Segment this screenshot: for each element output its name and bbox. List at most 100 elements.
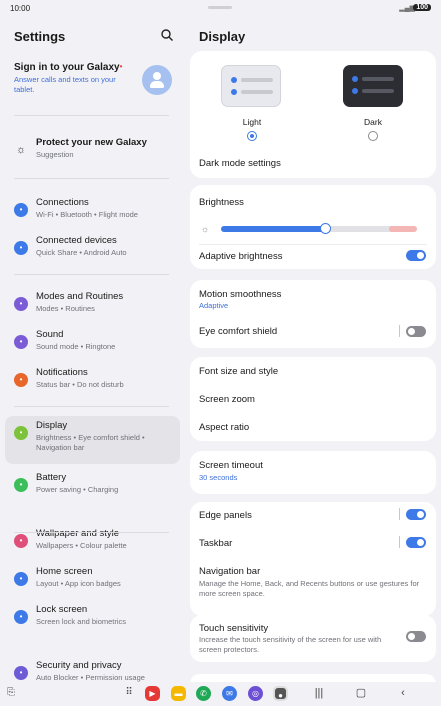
browser-app-icon[interactable]: ◎ [248,686,263,701]
navigation-bar[interactable]: Navigation bar [199,566,260,577]
taskbar-toggle[interactable] [406,537,426,548]
sidebar-item-sound[interactable]: • Sound Sound mode • Ringtone [5,325,180,361]
sidebar-item-label: Battery [36,472,67,483]
light-radio[interactable] [247,131,257,141]
sidebar-item-subtitle: Auto Blocker • Permission usage [36,673,145,682]
more-card [190,674,436,682]
app-drawer-icon[interactable]: ⠿ [120,685,138,701]
aspect-ratio[interactable]: Aspect ratio [199,422,249,433]
sidebar-item-subtitle: Brightness • Eye comfort shield • Naviga… [36,433,145,452]
edge-panels-toggle[interactable] [406,509,426,520]
sidebar-item-modes-and-routines[interactable]: • Modes and Routines Modes • Routines [5,287,180,323]
notifications-icon: • [14,373,28,387]
sidebar-item-label: Connected devices [36,235,117,246]
settings-list-pane: Settings Sign in to your Galaxy• Answer … [0,18,186,682]
sidebar-item-security-and-privacy[interactable]: • Security and privacy Auto Blocker • Perm… [5,656,180,682]
sidebar-item-connected-devices[interactable]: • Connected devices Quick Share • Android … [5,231,180,267]
navigation-bar: ⎘ ⠿ ▶ ▬ ✆ ✉ ◎ ● ||| ▢ ‹ [0,682,441,706]
edge-panels[interactable]: Edge panels [199,510,252,521]
motion-smoothness-value: Adaptive [199,301,229,310]
touch-card: Touch sensitivity Increase the touch sen… [190,615,436,662]
sidebar-item-home-screen[interactable]: • Home screen Layout • App icon badges [5,562,180,598]
home-button[interactable]: ▢ [353,685,369,701]
drag-handle[interactable] [208,6,232,9]
sidebar-item-label: Display [36,420,68,431]
sidebar-item-battery[interactable]: • Battery Power saving • Charging [5,468,180,504]
lock-icon: • [14,610,28,624]
brightness-fill [221,226,325,232]
notification-dot: • [119,62,123,71]
security-icon: • [14,666,28,680]
home-icon: • [14,572,28,586]
files-app-icon[interactable]: ▬ [171,686,186,701]
brightness-label: Brightness [199,197,244,208]
messages-app-icon[interactable]: ✉ [222,686,237,701]
motion-smoothness[interactable]: Motion smoothness [199,289,281,300]
status-bar: 10:00 ▂▄▆ 100 [0,0,441,18]
touch-sensitivity[interactable]: Touch sensitivity [199,623,268,634]
sidebar-item-label: Wallpaper and style [36,528,120,539]
wallpaper-icon: • [14,534,28,548]
camera-app-icon[interactable]: ● [273,686,288,701]
font-zoom-card: Font size and style Screen zoom Aspect r… [190,357,436,441]
protect-subtitle: Suggestion [36,150,74,159]
font-size-style[interactable]: Font size and style [199,366,278,377]
modes-icon: • [14,297,28,311]
sidebar-item-subtitle: Power saving • Charging [36,485,119,494]
timeout-card: Screen timeout 30 seconds [190,451,436,494]
screen-timeout[interactable]: Screen timeout [199,460,263,471]
sidebar-item-label: Home screen [36,566,93,577]
sidebar-item-label: Lock screen [36,604,88,615]
divider [14,274,169,275]
sidebar-item-display[interactable]: • Display Brightness • Eye comfort shield … [5,416,180,464]
divider [199,244,427,245]
eye-comfort-shield[interactable]: Eye comfort shield [199,326,277,337]
light-theme-preview[interactable] [221,65,281,107]
dark-theme-preview[interactable] [343,65,403,107]
divider [14,115,169,116]
page-title: Display [199,29,246,44]
clock: 10:00 [10,4,31,13]
display-settings-pane: Display Light Dark Dark mode settings Br… [190,18,441,682]
slider-thumb[interactable] [319,223,331,234]
back-button[interactable]: ‹ [395,685,411,701]
sidebar-item-notifications[interactable]: • Notifications Status bar • Do not distur… [5,363,180,399]
eye-comfort-toggle[interactable] [406,326,426,337]
dark-mode-settings[interactable]: Dark mode settings [199,158,281,169]
screenshot-icon[interactable]: ⎘ [4,685,18,701]
search-icon[interactable] [160,28,174,42]
sidebar-item-label: Connections [36,197,89,208]
recents-button[interactable]: ||| [311,685,327,701]
youtube-app-icon[interactable]: ▶ [145,686,160,701]
sidebar-item-lock-screen[interactable]: • Lock screen Screen lock and biometrics [5,600,180,636]
divider [399,508,400,520]
touch-sensitivity-description: Increase the touch sensitivity of the sc… [199,635,382,654]
divider [399,536,400,548]
navigation-bar-description: Manage the Home, Back, and Recents butto… [199,579,420,598]
wifi-icon: • [14,203,28,217]
sidebar-item-wallpaper-and-style[interactable]: • Wallpaper and style Wallpapers • Colour … [5,524,180,560]
divider [14,406,169,407]
screen-zoom[interactable]: Screen zoom [199,394,255,405]
sidebar-item-connections[interactable]: • Connections Wi-Fi • Bluetooth • Flight m… [5,193,180,229]
connected-devices-icon: • [14,241,28,255]
sidebar-item-label: Modes and Routines [36,291,124,302]
sidebar-item-subtitle: Layout • App icon badges [36,579,121,588]
adaptive-brightness-toggle[interactable] [406,250,426,261]
phone-app-icon[interactable]: ✆ [196,686,211,701]
avatar[interactable] [142,65,172,95]
protect-title: Protect your new Galaxy [36,137,147,148]
divider [14,178,169,179]
sidebar-item-subtitle: Sound mode • Ringtone [36,342,116,351]
brightness-slider[interactable] [221,223,417,234]
high-brightness-zone [389,226,417,232]
lightbulb-icon: ☼ [15,144,27,156]
touch-sensitivity-toggle[interactable] [406,631,426,642]
dark-radio[interactable] [368,131,378,141]
adaptive-brightness[interactable]: Adaptive brightness [199,251,282,262]
light-label: Light [242,117,262,127]
protect-galaxy-item[interactable]: ☼ Protect your new Galaxy Suggestion [5,133,180,169]
settings-title: Settings [14,29,66,44]
taskbar[interactable]: Taskbar [199,538,232,549]
battery-level: 100 [413,4,431,11]
